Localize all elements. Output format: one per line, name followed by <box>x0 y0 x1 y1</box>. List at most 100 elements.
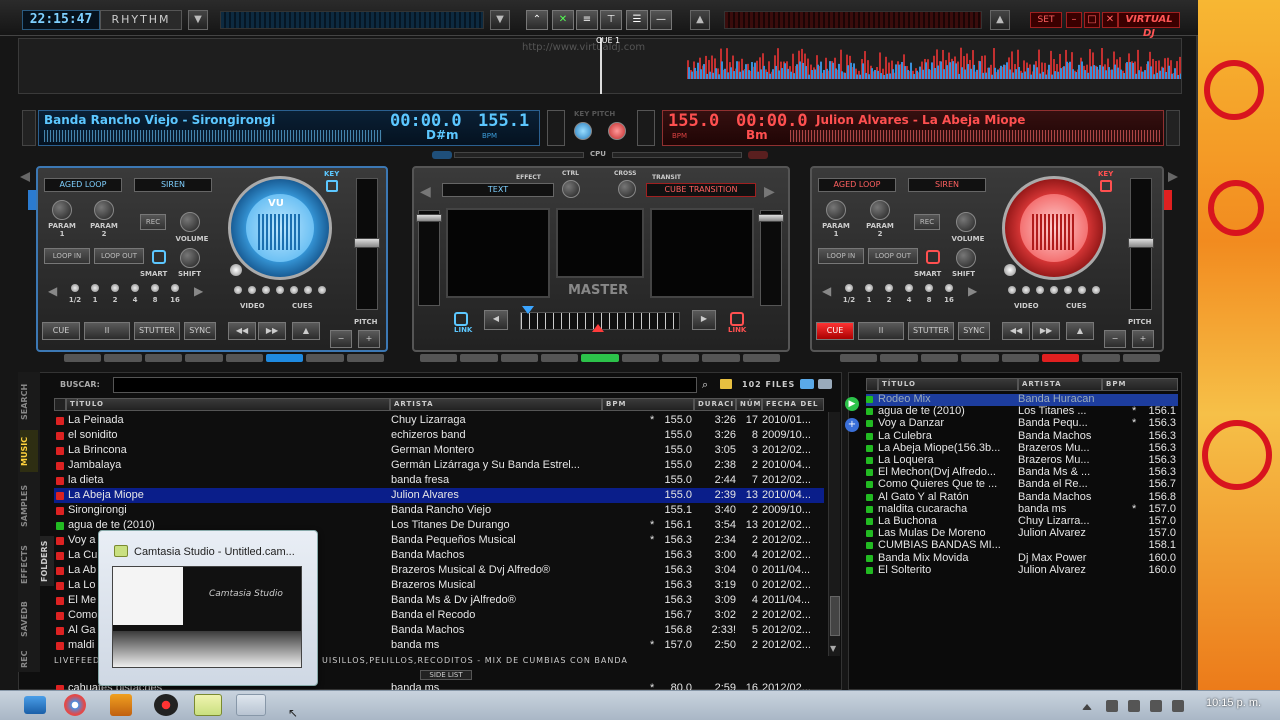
side-list-button[interactable]: SIDE LIST <box>420 670 472 680</box>
video-ctrl-knob[interactable] <box>562 180 580 198</box>
sidelist-play-icon[interactable]: ▶ <box>845 397 859 411</box>
column-header-number[interactable]: NÚM <box>736 398 762 411</box>
taskbar-clock[interactable]: 10:15 p. m. <box>1206 697 1261 709</box>
deck-b-smart-lock-icon[interactable] <box>926 250 940 264</box>
virtualdj-taskbar-icon[interactable] <box>154 694 178 716</box>
loop-size-button[interactable]: 2 <box>106 284 124 308</box>
tab-effects[interactable]: EFFECTS <box>20 538 38 592</box>
window-close-button[interactable]: ✕ <box>1102 12 1118 28</box>
deck-a-keylock-icon[interactable] <box>326 180 338 192</box>
sidelist-row[interactable]: Como Quieres Que te ... Banda el Re... 156… <box>866 478 1178 491</box>
deck-a-volume-fader-handle[interactable] <box>416 214 442 222</box>
table-row[interactable]: La Abeja Miope Julion Alvares 155.0 2:39 13 2… <box>54 488 824 503</box>
popup-window-thumbnail[interactable]: Camtasia Studio <box>112 566 302 668</box>
page-dot[interactable] <box>920 354 959 362</box>
loop-size-button[interactable]: 1 <box>86 284 104 308</box>
deck-b-keylock-icon[interactable] <box>1100 180 1112 192</box>
hotcue-led[interactable] <box>304 286 312 294</box>
hotcue-led[interactable] <box>318 286 326 294</box>
hotcue-led[interactable] <box>1092 286 1100 294</box>
deck-a-effect-dropdown[interactable]: SIREN <box>134 178 212 192</box>
loop-size-button[interactable]: 4 <box>126 284 144 308</box>
page-dot[interactable] <box>1082 354 1120 362</box>
sidelist-row[interactable]: Al Gato Y al Ratón Banda Machos 156.8 <box>866 491 1178 504</box>
sidelist-row[interactable]: La Loquera Brazeros Mu... 156.3 <box>866 454 1178 467</box>
loop-size-button[interactable]: 16 <box>940 284 958 308</box>
settings-button[interactable]: SET <box>1030 12 1062 28</box>
scrollbar-thumb[interactable] <box>830 596 840 636</box>
video-transition-dropdown[interactable]: CUBE TRANSITION <box>646 183 756 197</box>
column-header-date[interactable]: FECHA DEL <box>762 398 824 411</box>
deck-a-key-knob[interactable] <box>574 122 592 140</box>
deck-a-eject-button[interactable]: ▲ <box>292 322 320 340</box>
deck-a-stutter-button[interactable]: STUTTER <box>134 322 180 340</box>
tray-network-icon[interactable] <box>1106 700 1118 712</box>
deck-b-pitch-minus-button[interactable]: − <box>1104 330 1126 348</box>
page-dot[interactable] <box>742 354 780 362</box>
deck-b-loop-increase-icon[interactable]: ▶ <box>968 284 977 298</box>
page-dot[interactable] <box>346 354 384 362</box>
tab-savedb[interactable]: SAVEDB <box>20 594 38 644</box>
pitch-bend-left[interactable] <box>547 110 565 146</box>
deck-a-cue-button[interactable]: CUE <box>42 322 80 340</box>
page-dot[interactable] <box>840 354 878 362</box>
column-header-duration[interactable]: DURACI <box>694 398 736 411</box>
page-dot[interactable] <box>1001 354 1039 362</box>
deck-a-volume-knob[interactable] <box>180 212 200 232</box>
loop-size-button[interactable]: 8 <box>146 284 164 308</box>
tab-music[interactable]: MUSIC <box>20 430 38 472</box>
table-row[interactable]: La Brincona German Montero 155.0 3:05 3 2012/… <box>54 443 824 458</box>
page-dot-active[interactable] <box>581 354 619 362</box>
column-header-artist[interactable]: ARTISTA <box>390 398 602 411</box>
sidelist-row[interactable]: El Mechon(Dvj Alfredo... Banda Ms & ... 15… <box>866 466 1178 479</box>
loop-size-button[interactable]: 4 <box>900 284 918 308</box>
deck-b-loop-effect-dropdown[interactable]: AGED LOOP <box>818 178 896 192</box>
hotcue-led[interactable] <box>262 286 270 294</box>
page-dot[interactable] <box>225 354 263 362</box>
deck-b-key-knob[interactable] <box>608 122 626 140</box>
rhythm-window-selector[interactable]: RHYTHM <box>100 10 182 30</box>
deck-a-volume-fader[interactable] <box>418 210 440 306</box>
hotcue-led[interactable] <box>1022 286 1030 294</box>
crossfader-left-button[interactable]: ◀ <box>484 310 508 330</box>
deck-b-shift-knob[interactable] <box>956 248 976 268</box>
hotcue-led[interactable] <box>1036 286 1044 294</box>
loop-size-button[interactable]: 1 <box>860 284 878 308</box>
deck-b-pitch-plus-button[interactable]: + <box>1132 330 1154 348</box>
deck-b-loop-in-button[interactable]: LOOP IN <box>818 248 864 264</box>
deck-a-forward-button[interactable]: ▶▶ <box>258 322 286 340</box>
deck-b-param1-knob[interactable] <box>826 200 846 220</box>
tab-rec[interactable]: REC <box>20 646 38 672</box>
crossfader-right-button[interactable]: ▶ <box>692 310 716 330</box>
window-minimize-button[interactable]: – <box>1066 12 1082 28</box>
deck-b-select-button[interactable]: ▲ <box>690 10 710 30</box>
deck-b-stutter-button[interactable]: STUTTER <box>908 322 954 340</box>
camtasia-taskbar-icon[interactable] <box>194 694 222 716</box>
mixer-next-effect-icon[interactable]: ▶ <box>764 184 775 200</box>
deck-a-loop-decrease-icon[interactable]: ◀ <box>48 284 57 298</box>
deck-b-volume-knob[interactable] <box>956 212 976 232</box>
page-dot[interactable] <box>104 354 142 362</box>
page-dot[interactable] <box>64 354 102 362</box>
hotcue-led[interactable] <box>248 286 256 294</box>
page-dot[interactable] <box>420 354 458 362</box>
search-icon[interactable]: ⌕ <box>702 378 708 392</box>
deck-a-smart-lock-icon[interactable] <box>152 250 166 264</box>
page-dot[interactable] <box>500 354 538 362</box>
tray-expand-icon[interactable] <box>1082 702 1092 710</box>
table-row[interactable]: el sonidito echizeros band 155.0 3:26 8 2009/… <box>54 428 824 443</box>
chrome-taskbar-icon[interactable] <box>64 694 86 716</box>
sidelist-add-icon[interactable]: + <box>845 418 859 432</box>
sidelist-row[interactable]: Banda Mix Movida Dj Max Power 160.0 <box>866 552 1178 565</box>
rhythm-dropdown-button[interactable]: ▼ <box>188 10 208 30</box>
page-dot[interactable] <box>306 354 344 362</box>
deck-a-param1-knob[interactable] <box>52 200 72 220</box>
view-mode-button-3[interactable]: ≡ <box>576 10 598 30</box>
scroll-down-icon[interactable]: ▼ <box>830 644 836 653</box>
deck-b-volume-fader-handle[interactable] <box>758 214 784 222</box>
page-dot[interactable] <box>185 354 223 362</box>
loop-size-button[interactable]: 1/2 <box>66 284 84 308</box>
start-button-icon[interactable] <box>24 696 46 714</box>
mixer-prev-effect-icon[interactable]: ◀ <box>420 184 431 200</box>
tray-flag-icon[interactable] <box>1128 700 1140 712</box>
